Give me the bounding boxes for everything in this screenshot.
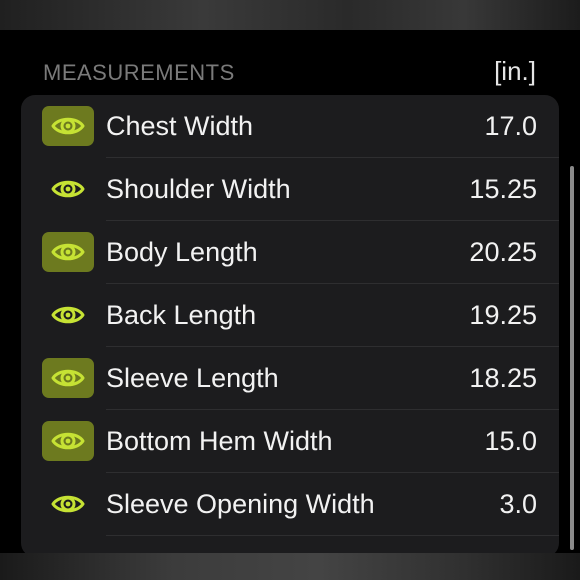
measurement-label: Body Length (106, 237, 258, 267)
measurement-row-back-length[interactable]: Back Length 19.25 (21, 284, 559, 347)
measurement-label: Bottom Hem Width (106, 426, 333, 456)
measurement-value: 15.0 (484, 426, 537, 456)
row-divider (106, 535, 559, 536)
measurement-label: Shoulder Width (106, 174, 291, 204)
measurement-value: 15.25 (469, 174, 537, 204)
measurement-row-shoulder-width[interactable]: Shoulder Width 15.25 (21, 158, 559, 221)
eye-icon[interactable] (42, 358, 94, 398)
measurement-row-chest-width[interactable]: Chest Width 17.0 (21, 95, 559, 158)
measurement-row-bottom-hem-width[interactable]: Bottom Hem Width 15.0 (21, 410, 559, 473)
unit-label[interactable]: [in.] (494, 56, 536, 87)
measurement-row-sleeve-opening-width[interactable]: Sleeve Opening Width 3.0 (21, 473, 559, 536)
measurement-value: 17.0 (484, 111, 537, 141)
measurement-value: 3.0 (499, 489, 537, 519)
measurement-row-sleeve-length[interactable]: Sleeve Length 18.25 (21, 347, 559, 410)
eye-icon[interactable] (42, 295, 94, 335)
bottom-blurred-edge (0, 553, 580, 580)
measurement-value: 18.25 (469, 363, 537, 393)
eye-icon[interactable] (42, 421, 94, 461)
eye-icon[interactable] (42, 106, 94, 146)
measurement-label: Sleeve Length (106, 363, 279, 393)
measurement-label: Back Length (106, 300, 257, 330)
scrollbar[interactable] (570, 166, 574, 550)
top-blurred-edge (0, 0, 580, 30)
eye-icon[interactable] (42, 484, 94, 524)
section-title: MEASUREMENTS (43, 60, 235, 85)
eye-icon[interactable] (42, 232, 94, 272)
measurements-list: Chest Width 17.0 Shoulder Width 15.25 Bo… (21, 95, 559, 557)
measurement-label: Sleeve Opening Width (106, 489, 375, 519)
measurement-label: Chest Width (106, 111, 254, 141)
eye-icon[interactable] (42, 169, 94, 209)
measurement-value: 19.25 (469, 300, 537, 330)
measurement-value: 20.25 (469, 237, 537, 267)
measurement-row-body-length[interactable]: Body Length 20.25 (21, 221, 559, 284)
